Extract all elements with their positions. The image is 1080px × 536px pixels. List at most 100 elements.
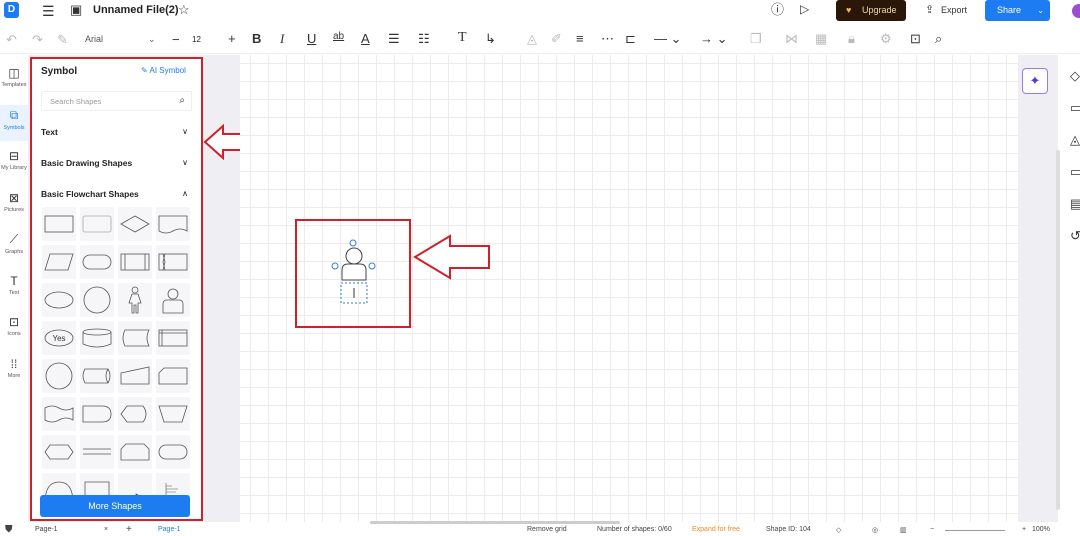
increase-font-icon[interactable]: + — [228, 32, 236, 45]
file-title[interactable]: Unnamed File(2) — [93, 4, 179, 16]
shape-ellipse[interactable] — [42, 283, 76, 317]
page-icon[interactable]: ▭ — [1070, 101, 1080, 114]
line-spacing-icon[interactable]: ☷ — [418, 32, 430, 45]
zoom-in-icon[interactable]: + — [1022, 526, 1026, 533]
shape-hexagon[interactable] — [42, 435, 76, 469]
font-select[interactable]: Arial ⌄ — [85, 34, 165, 44]
format-painter-icon[interactable]: ✎ — [57, 33, 68, 46]
add-page-icon[interactable]: + — [126, 524, 132, 535]
zoom-out-icon[interactable]: − — [930, 526, 934, 533]
rail-item-more[interactable]: ⁞⁞ More — [0, 354, 28, 390]
close-icon[interactable]: × — [104, 526, 108, 533]
zoom-level[interactable]: 100% — [1032, 526, 1050, 533]
page-tab[interactable]: Page-1 — [158, 526, 181, 533]
italic-icon[interactable]: I — [280, 32, 284, 45]
rail-item-graphs[interactable]: ⟋ Graphs — [0, 229, 28, 265]
shape-predefined[interactable] — [118, 245, 152, 279]
line-weight-icon[interactable]: ≡ — [576, 32, 584, 45]
lock-icon[interactable]: 🔒︎ — [848, 32, 855, 45]
shape-rounded-notch[interactable] — [118, 435, 152, 469]
shape-stadium[interactable] — [156, 435, 190, 469]
shape-display[interactable] — [118, 397, 152, 431]
dash-style-icon[interactable]: ⋯ — [601, 32, 614, 45]
connector-icon[interactable]: ↳ — [485, 32, 496, 45]
find-icon[interactable]: ⌕ — [935, 32, 942, 45]
shape-document[interactable] — [156, 207, 190, 241]
zoom-slider[interactable] — [945, 530, 1005, 531]
search-shapes-input[interactable]: Search Shapes ⌕ — [41, 91, 192, 111]
page-select[interactable]: Page-1 — [35, 526, 58, 533]
shape-card[interactable] — [156, 359, 190, 393]
shape-tape[interactable] — [42, 397, 76, 431]
search-icon[interactable]: ⌕ — [179, 95, 185, 106]
settings-icon[interactable]: ⚙ — [880, 32, 892, 45]
present-icon[interactable]: ▭ — [1070, 165, 1080, 178]
shape-person[interactable] — [118, 283, 152, 317]
style-icon[interactable]: ◇ — [1070, 69, 1080, 82]
book-icon[interactable]: ▥ — [900, 526, 907, 534]
fill-icon[interactable]: ◬ — [527, 32, 537, 45]
line-color-icon[interactable]: ✐ — [551, 32, 562, 45]
history-icon[interactable]: ↺ — [1070, 229, 1080, 242]
arrow-style-icon[interactable]: → ⌄ — [700, 32, 728, 45]
shape-circle[interactable] — [80, 283, 114, 317]
shape-circle[interactable] — [42, 359, 76, 393]
expand-link[interactable]: Expand for free — [692, 526, 740, 533]
shape-rect-light[interactable] — [80, 207, 114, 241]
align-icon[interactable]: ☰ — [388, 32, 400, 45]
upgrade-button[interactable]: ♥ Upgrade — [836, 0, 906, 21]
chevron-down-icon[interactable]: ⌄ — [1037, 0, 1044, 21]
shape-parallelogram[interactable] — [42, 245, 76, 279]
flip-icon[interactable]: ⋈ — [785, 32, 798, 45]
bold-icon[interactable]: B — [252, 32, 261, 45]
shape-rect[interactable] — [42, 207, 76, 241]
shape-diamond[interactable] — [118, 207, 152, 241]
page-setup-icon[interactable]: ⊡ — [910, 32, 921, 45]
group-icon[interactable]: ▦ — [815, 32, 827, 45]
shape-cylinder[interactable] — [80, 321, 114, 355]
app-logo[interactable]: D — [4, 2, 19, 18]
rail-item-icons[interactable]: ⊡ Icons — [0, 312, 28, 348]
underline-icon[interactable]: U — [307, 32, 316, 45]
rail-item-my-library[interactable]: ⊟ My Library — [0, 146, 28, 182]
shape-trapezoid[interactable] — [156, 397, 190, 431]
arrange-icon[interactable]: ❐ — [750, 32, 762, 45]
more-shapes-button[interactable]: More Shapes — [40, 495, 190, 517]
text-tool-icon[interactable]: T — [458, 31, 467, 45]
shape-manual-input[interactable] — [118, 359, 152, 393]
strikethrough-icon[interactable]: ab — [333, 32, 344, 42]
menu-icon[interactable]: ☰ — [42, 4, 55, 18]
shape-delay[interactable] — [80, 397, 114, 431]
font-color-icon[interactable]: A — [361, 32, 370, 45]
rail-item-symbols[interactable]: ⧉ Symbols — [0, 104, 28, 141]
data-icon[interactable]: ▤ — [1070, 197, 1080, 210]
play-icon[interactable]: ▷ — [800, 3, 809, 15]
focus-icon[interactable]: ◎ — [872, 526, 878, 534]
undo-icon[interactable]: ↶ — [6, 33, 17, 46]
vertical-scrollbar[interactable] — [1056, 150, 1060, 510]
save-icon[interactable]: ▣ — [70, 3, 82, 16]
export-button[interactable]: ⇪ Export — [914, 0, 976, 21]
jump-style-icon[interactable]: ⊏ — [625, 32, 636, 45]
ai-symbol-button[interactable]: ✎ AI Symbol — [141, 66, 186, 75]
section-basic-flowchart[interactable]: Basic Flowchart Shapes ∧ — [41, 189, 188, 199]
ai-sparkle-button[interactable]: ✦ — [1022, 68, 1048, 94]
user-shape-selected[interactable] — [330, 238, 380, 308]
decrease-font-icon[interactable]: − — [172, 33, 180, 46]
rail-item-templates[interactable]: ◫ Templates — [0, 63, 28, 99]
avatar[interactable] — [1072, 4, 1080, 18]
shape-stored-data[interactable] — [118, 321, 152, 355]
layers-icon[interactable]: ◇ — [836, 526, 841, 534]
rail-item-pictures[interactable]: ⊠ Pictures — [0, 188, 28, 224]
star-icon[interactable]: ☆ — [178, 3, 190, 16]
shape-internal[interactable] — [156, 321, 190, 355]
theme-icon[interactable]: ◬ — [1070, 133, 1080, 146]
shape-yes[interactable]: Yes — [42, 321, 76, 355]
section-text[interactable]: Text ∨ — [41, 127, 188, 137]
section-basic-drawing[interactable]: Basic Drawing Shapes ∨ — [41, 158, 188, 168]
rail-item-text[interactable]: T Text — [0, 271, 28, 307]
shape-drum[interactable] — [80, 359, 114, 393]
shape-user[interactable] — [156, 283, 190, 317]
shape-terminator[interactable] — [80, 245, 114, 279]
shape-lines[interactable] — [80, 435, 114, 469]
